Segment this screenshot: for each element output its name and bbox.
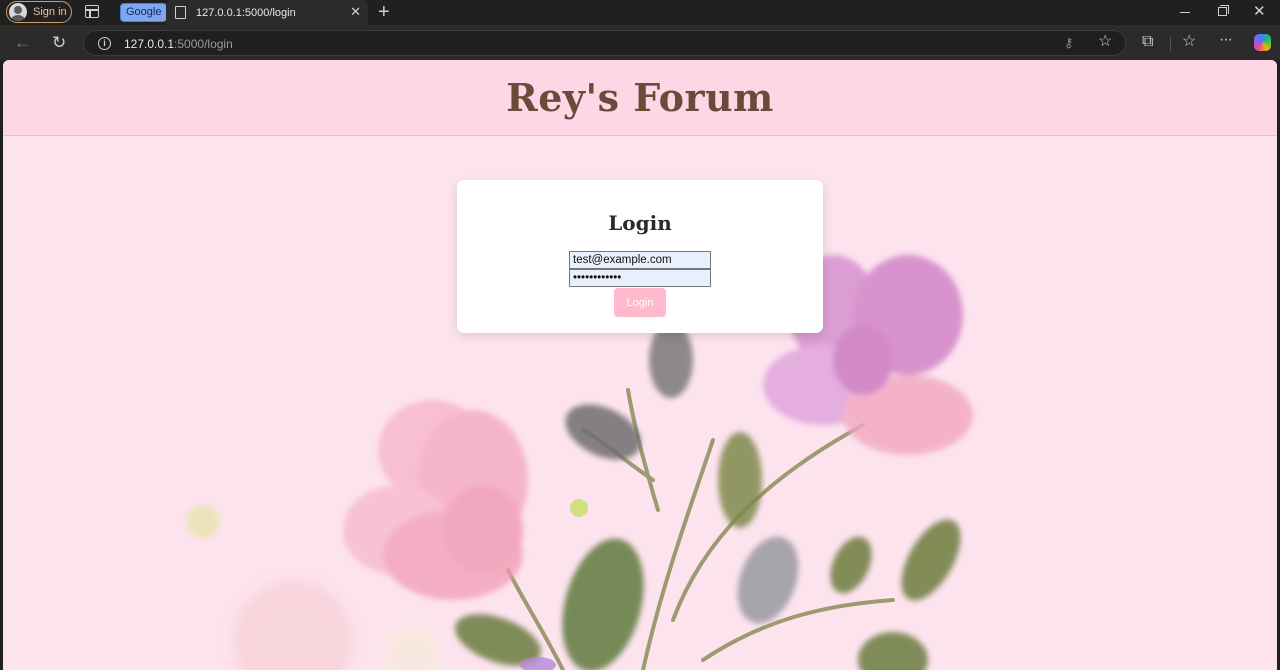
pinned-tab-google[interactable]: Google	[120, 3, 168, 22]
more-options-icon[interactable]: ···	[1219, 32, 1233, 48]
site-header: Rey's Forum	[3, 60, 1277, 136]
new-tab-icon[interactable]: +	[378, 1, 390, 24]
tab-actions-icon[interactable]	[85, 5, 99, 18]
copilot-icon[interactable]	[1254, 34, 1271, 51]
restore-icon[interactable]	[1218, 5, 1229, 16]
login-card: Login Login	[457, 180, 823, 333]
profile-signin-button[interactable]: Sign in	[6, 1, 72, 23]
reload-icon[interactable]: ↻	[52, 34, 66, 51]
favorite-star-icon[interactable]: ☆	[1098, 34, 1112, 50]
password-field[interactable]	[569, 269, 711, 287]
minimize-icon[interactable]	[1180, 12, 1190, 13]
tab-title: 127.0.0.1:5000/login	[196, 6, 296, 19]
url-host: 127.0.0.1	[124, 37, 175, 51]
watercolor-flower-background	[186, 255, 973, 670]
url-text[interactable]: 127.0.0.1:5000/login	[124, 37, 233, 51]
email-field[interactable]	[569, 251, 711, 269]
key-icon[interactable]: ⚷	[1064, 35, 1074, 51]
favorites-icon[interactable]: ☆	[1182, 34, 1196, 50]
extensions-icon[interactable]: ⧉	[1142, 34, 1153, 50]
signin-label: Sign in	[33, 6, 67, 18]
address-bar[interactable]: i 127.0.0.1:5000/login ⚷ ☆	[83, 30, 1126, 56]
browser-toolbar: ← ↻ i 127.0.0.1:5000/login ⚷ ☆ ⧉ ☆ ···	[0, 25, 1280, 60]
toolbar-divider	[1170, 37, 1171, 51]
url-path: :5000/login	[174, 37, 233, 51]
login-button[interactable]: Login	[614, 288, 666, 317]
profile-avatar-icon	[9, 3, 27, 21]
tab-close-icon[interactable]: ✕	[350, 4, 361, 20]
page-icon	[175, 6, 186, 19]
page-viewport: Rey's Forum Login Login	[3, 60, 1277, 670]
site-title: Rey's Forum	[506, 75, 774, 120]
site-info-icon[interactable]: i	[98, 37, 111, 50]
back-arrow-icon[interactable]: ←	[14, 34, 31, 51]
browser-title-bar: Sign in Google 127.0.0.1:5000/login ✕ + …	[0, 0, 1280, 25]
login-heading: Login	[608, 211, 672, 235]
tab-login[interactable]: 127.0.0.1:5000/login ✕	[166, 0, 368, 25]
window-close-icon[interactable]: ✕	[1253, 2, 1266, 20]
